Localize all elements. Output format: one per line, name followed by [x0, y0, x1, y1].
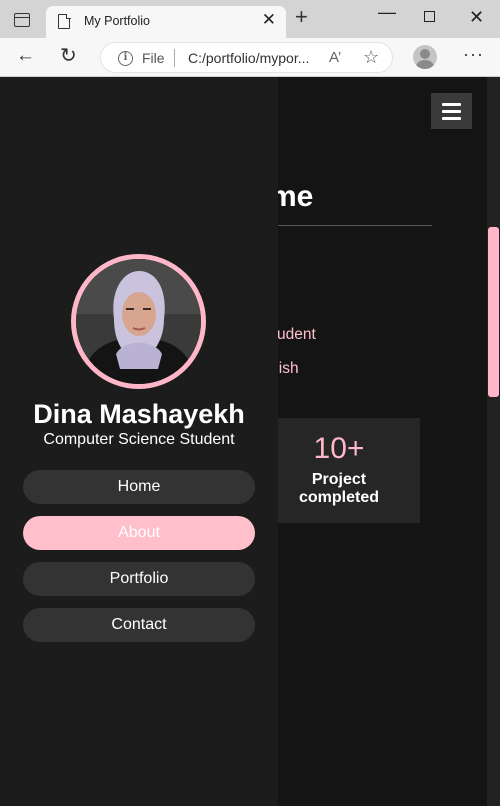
stat-label: Project completed: [258, 471, 420, 507]
profile-photo-image: [76, 259, 201, 384]
window-close-icon[interactable]: ✕: [469, 7, 484, 28]
browser-toolbar: ← ↻ i File C:/portfolio/mypor... A’ ☆ ··…: [0, 38, 500, 77]
new-tab-button[interactable]: +: [295, 6, 308, 28]
tab-actions-icon[interactable]: [14, 13, 30, 27]
browser-tab[interactable]: My Portfolio ✕: [46, 6, 286, 38]
profile-photo: [71, 254, 206, 389]
address-url[interactable]: C:/portfolio/mypor...: [188, 50, 309, 66]
tab-close-icon[interactable]: ✕: [262, 11, 276, 28]
add-favorite-icon[interactable]: ☆: [363, 47, 379, 68]
scrollbar-thumb[interactable]: [488, 227, 499, 397]
address-scheme: File: [142, 50, 165, 66]
profile-role: Computer Science Student: [43, 431, 235, 448]
address-separator: [174, 49, 175, 67]
title-divider: [265, 225, 432, 226]
info-icon[interactable]: i: [118, 51, 133, 66]
stat-card: 10+ Project completed: [258, 418, 420, 523]
hamburger-line: [442, 110, 461, 113]
profile-name: Dina Mashayekh: [33, 399, 245, 429]
sidebar: Dina Mashayekh Computer Science Student …: [0, 77, 278, 806]
more-options-icon[interactable]: ···: [463, 44, 484, 65]
hamburger-line: [442, 117, 461, 120]
maximize-icon[interactable]: [424, 11, 435, 22]
page-viewport: Home ing student Swedish 10+ Project com…: [0, 77, 500, 806]
minimize-icon[interactable]: —: [378, 2, 396, 23]
stat-number: 10+: [313, 432, 365, 465]
browser-tab-bar: My Portfolio ✕ + — ✕: [0, 0, 500, 38]
back-icon[interactable]: ←: [16, 46, 35, 65]
document-icon: [58, 13, 71, 29]
profile-avatar-icon[interactable]: [413, 45, 437, 69]
stat-label-line: completed: [298, 489, 379, 506]
nav-portfolio-button[interactable]: Portfolio: [23, 562, 255, 596]
menu-toggle-button[interactable]: [431, 93, 472, 129]
nav-home-button[interactable]: Home: [23, 470, 255, 504]
read-aloud-icon[interactable]: A’: [329, 49, 341, 66]
nav-contact-button[interactable]: Contact: [23, 608, 255, 642]
tab-title: My Portfolio: [84, 14, 150, 28]
hamburger-line: [442, 103, 461, 106]
nav-about-button[interactable]: About: [23, 516, 255, 550]
scrollbar[interactable]: [487, 77, 500, 806]
reload-icon[interactable]: ↻: [60, 46, 77, 66]
stat-label-line: Project: [311, 471, 367, 488]
address-bar[interactable]: i File C:/portfolio/mypor... A’ ☆: [100, 42, 393, 73]
